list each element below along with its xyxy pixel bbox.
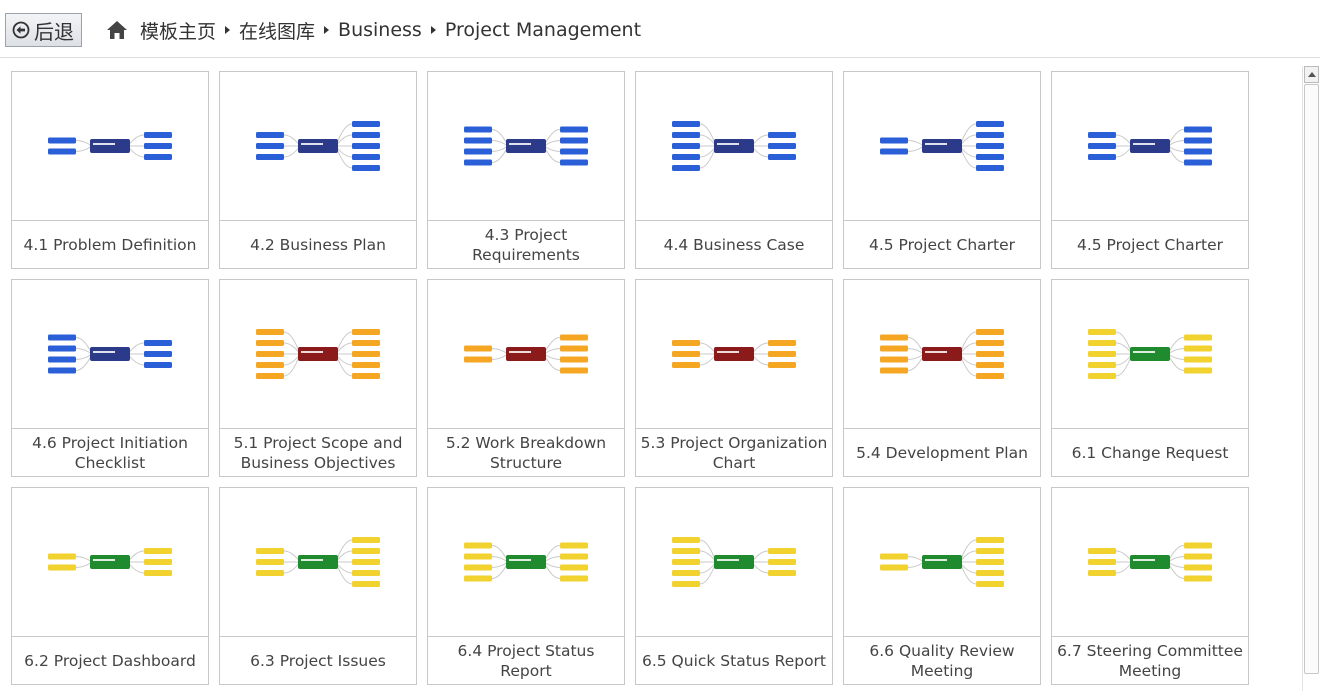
template-card[interactable]: 5.4 Development Plan (843, 279, 1041, 477)
template-card[interactable]: 4.2 Business Plan (219, 71, 417, 269)
back-label: 后退 (34, 19, 74, 44)
template-card[interactable]: 5.3 Project Organization Chart (635, 279, 833, 477)
scroll-thumb[interactable] (1304, 84, 1319, 674)
mindmap-thumbnail (12, 280, 208, 428)
breadcrumb-separator-icon (225, 26, 231, 34)
mindmap-thumbnail (220, 280, 416, 428)
mindmap-thumbnail (12, 72, 208, 220)
template-caption: 5.3 Project Organization Chart (636, 428, 832, 476)
home-icon[interactable] (106, 19, 128, 41)
template-caption: 6.3 Project Issues (220, 636, 416, 684)
mindmap-thumbnail (428, 280, 624, 428)
template-caption: 6.2 Project Dashboard (12, 636, 208, 684)
template-card[interactable]: 6.1 Change Request (1051, 279, 1249, 477)
template-card[interactable]: 6.4 Project Status Report (427, 487, 625, 685)
template-card[interactable]: 6.2 Project Dashboard (11, 487, 209, 685)
mindmap-thumbnail (12, 488, 208, 636)
template-card[interactable]: 6.5 Quick Status Report (635, 487, 833, 685)
template-card[interactable]: 4.3 Project Requirements (427, 71, 625, 269)
mindmap-thumbnail (636, 72, 832, 220)
scroll-up-button[interactable] (1304, 66, 1319, 83)
template-caption: 5.1 Project Scope and Business Objective… (220, 428, 416, 476)
back-arrow-icon (12, 21, 30, 39)
template-card[interactable]: 4.4 Business Case (635, 71, 833, 269)
template-caption: 4.3 Project Requirements (428, 220, 624, 268)
template-caption: 4.6 Project Initiation Checklist (12, 428, 208, 476)
breadcrumb-separator-icon (430, 26, 436, 34)
mindmap-thumbnail (844, 488, 1040, 636)
template-caption: 4.4 Business Case (636, 220, 832, 268)
template-card[interactable]: 4.5 Project Charter (1051, 71, 1249, 269)
breadcrumb-item-current: Project Management (444, 19, 642, 41)
mindmap-thumbnail (636, 488, 832, 636)
template-card[interactable]: 4.6 Project Initiation Checklist (11, 279, 209, 477)
breadcrumb: 模板主页 在线图库 Business Project Management (106, 14, 641, 46)
mindmap-thumbnail (844, 72, 1040, 220)
template-caption: 4.1 Problem Definition (12, 220, 208, 268)
template-caption: 5.4 Development Plan (844, 428, 1040, 476)
template-card[interactable]: 5.2 Work Breakdown Structure (427, 279, 625, 477)
template-card[interactable]: 5.1 Project Scope and Business Objective… (219, 279, 417, 477)
breadcrumb-separator-icon (324, 26, 330, 34)
back-button[interactable]: 后退 (5, 13, 82, 47)
mindmap-thumbnail (1052, 280, 1248, 428)
template-caption: 4.2 Business Plan (220, 220, 416, 268)
template-caption: 6.7 Steering Committee Meeting (1052, 636, 1248, 684)
template-caption: 6.4 Project Status Report (428, 636, 624, 684)
mindmap-thumbnail (1052, 72, 1248, 220)
breadcrumb-item-gallery[interactable]: 在线图库 (239, 17, 315, 44)
vertical-scrollbar[interactable] (1302, 66, 1319, 691)
template-card[interactable]: 6.7 Steering Committee Meeting (1051, 487, 1249, 685)
template-caption: 5.2 Work Breakdown Structure (428, 428, 624, 476)
template-caption: 6.5 Quick Status Report (636, 636, 832, 684)
template-caption: 4.5 Project Charter (844, 220, 1040, 268)
mindmap-thumbnail (428, 72, 624, 220)
mindmap-thumbnail (428, 488, 624, 636)
breadcrumb-item-home[interactable]: 模板主页 (140, 17, 216, 44)
top-bar: 后退 模板主页 在线图库 Business Project Management (0, 0, 1320, 58)
template-caption: 6.1 Change Request (1052, 428, 1248, 476)
mindmap-thumbnail (636, 280, 832, 428)
breadcrumb-item-business[interactable]: Business (338, 19, 422, 41)
template-grid: 4.1 Problem Definition 4.2 Business Plan 4… (11, 71, 1251, 691)
template-caption: 4.5 Project Charter (1052, 220, 1248, 268)
mindmap-thumbnail (220, 72, 416, 220)
template-card[interactable]: 4.5 Project Charter (843, 71, 1041, 269)
template-card[interactable]: 6.6 Quality Review Meeting (843, 487, 1041, 685)
template-card[interactable]: 6.3 Project Issues (219, 487, 417, 685)
template-caption: 6.6 Quality Review Meeting (844, 636, 1040, 684)
template-card[interactable]: 4.1 Problem Definition (11, 71, 209, 269)
mindmap-thumbnail (844, 280, 1040, 428)
mindmap-thumbnail (220, 488, 416, 636)
mindmap-thumbnail (1052, 488, 1248, 636)
